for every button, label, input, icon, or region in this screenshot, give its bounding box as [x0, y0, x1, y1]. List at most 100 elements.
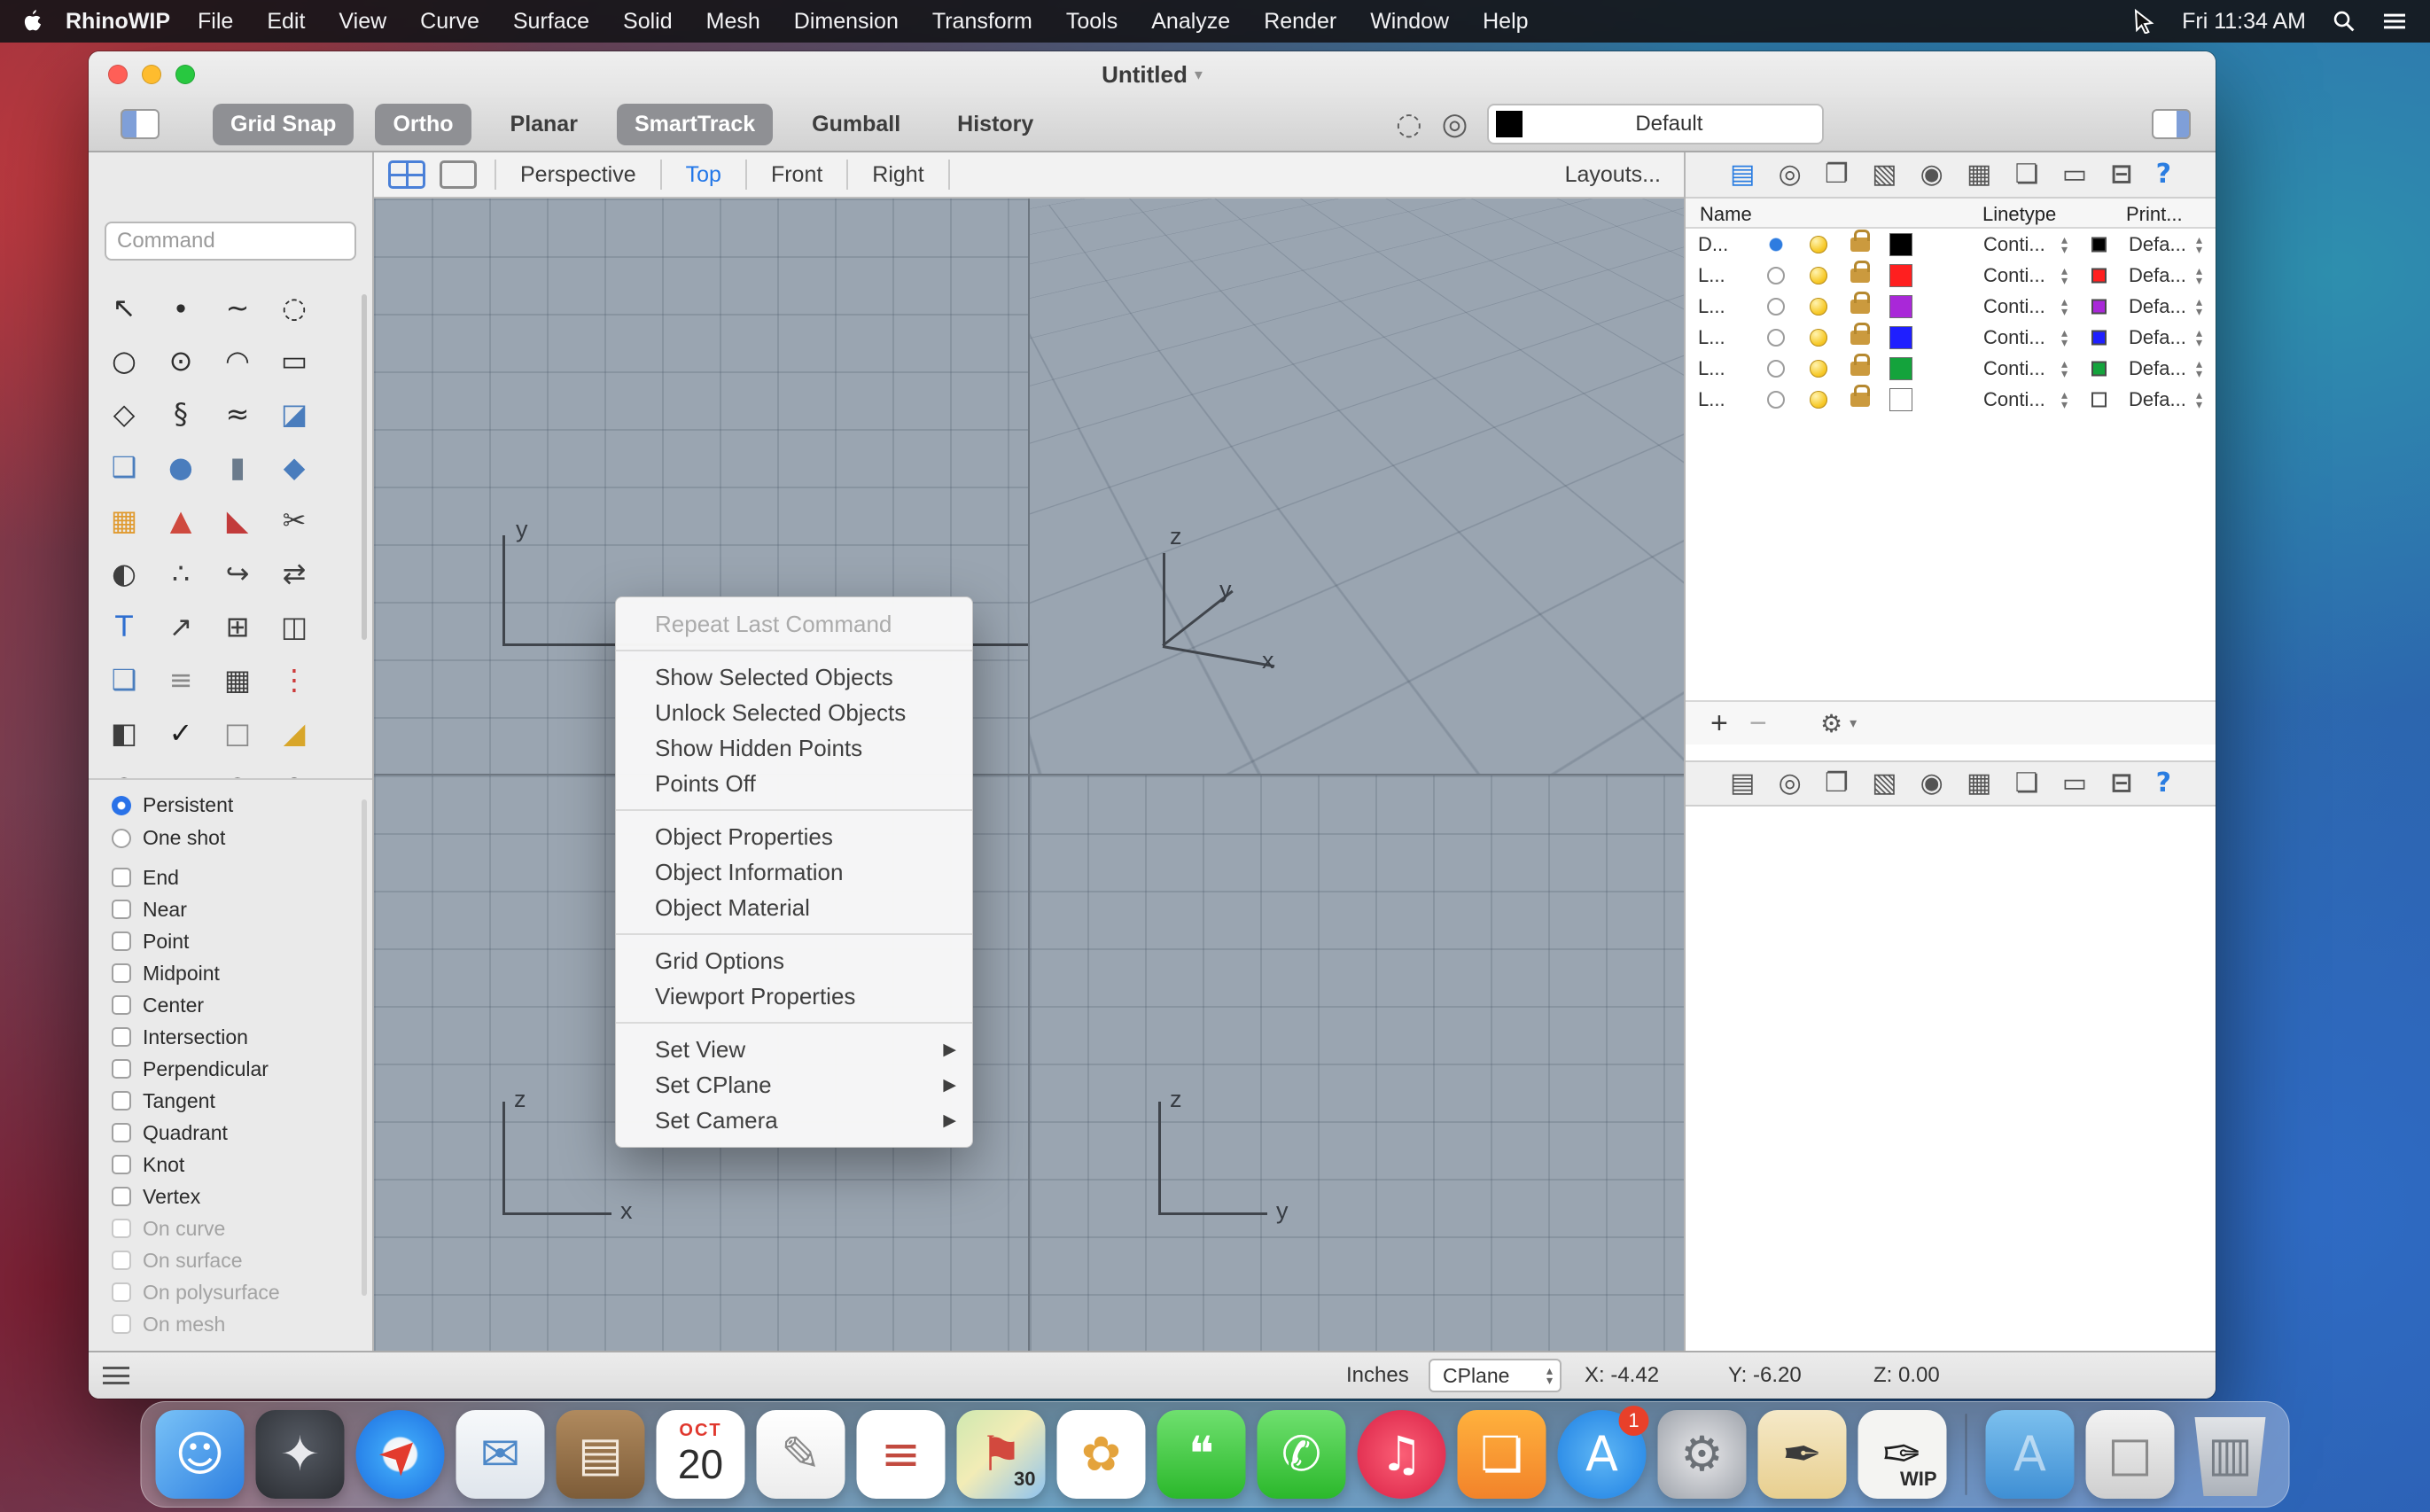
layer-color-swatch[interactable]	[1889, 356, 1912, 380]
layer-row[interactable]: L... Conti... Defa...	[1686, 353, 2216, 384]
viewport-perspective-quadrant[interactable]: z y x	[1030, 199, 1684, 774]
radio-icon[interactable]	[112, 795, 131, 815]
select-arrow-tool[interactable]: ↖	[113, 293, 136, 322]
layer-settings-dropdown[interactable]: ⚙ ▾	[1820, 709, 1857, 738]
layouts-button[interactable]: Layouts...	[1565, 162, 1661, 188]
layer-name[interactable]: L...	[1698, 264, 1725, 287]
layer-lock-icon[interactable]	[1850, 353, 1870, 376]
context-menu-item[interactable]: Unlock Selected Objects	[616, 695, 972, 730]
osnap-checkbox[interactable]: Quadrant	[89, 1117, 372, 1149]
rhino-wip[interactable]: ✑ WIP	[1858, 1410, 1947, 1499]
context-menu-item[interactable]: Show Selected Objects	[616, 659, 972, 695]
osnap-checkbox[interactable]: Center	[89, 989, 372, 1021]
divide-tool[interactable]: ∴	[172, 559, 190, 588]
print-stepper-icon[interactable]	[2196, 266, 2202, 285]
circle-tool[interactable]: ○	[112, 347, 136, 375]
tool-palette-scrollbar[interactable]	[362, 294, 367, 640]
context-menu-item[interactable]	[616, 809, 972, 811]
context-menu-item[interactable]: Set CPlane ▶	[616, 1067, 972, 1103]
pointer-icon[interactable]	[2134, 9, 2155, 34]
target-circle-icon[interactable]: ◎	[1442, 109, 1468, 139]
menubar-menu[interactable]: View	[339, 9, 386, 35]
layer-row[interactable]: L... Conti... Defa...	[1686, 322, 2216, 353]
right-sidebar-toggle[interactable]	[2152, 109, 2191, 139]
text-tool[interactable]: T	[115, 612, 133, 641]
checkbox-icon[interactable]	[112, 1219, 131, 1238]
layer-linetype[interactable]: Conti...	[1983, 264, 2045, 287]
mail[interactable]: ✉	[456, 1410, 545, 1499]
osnap-checkbox[interactable]: Tangent	[89, 1085, 372, 1117]
checkbox-icon[interactable]	[112, 995, 131, 1015]
display-modes-tab-icon[interactable]: ⊟	[2110, 161, 2132, 188]
column-linetype[interactable]: Linetype	[1982, 203, 2056, 226]
osnap-checkbox[interactable]: On surface	[89, 1244, 372, 1276]
context-menu-item[interactable]: Object Information	[616, 854, 972, 890]
toolbar-toggle-button[interactable]: Grid Snap	[213, 103, 354, 145]
checkbox-icon[interactable]	[112, 931, 131, 951]
layer-name[interactable]: L...	[1698, 388, 1725, 411]
current-layer-radio[interactable]	[1767, 266, 1785, 284]
cage-edit-tool[interactable]: □	[224, 719, 251, 747]
polygon-tool[interactable]: ◇	[113, 400, 136, 428]
ellipse-tool[interactable]: ⊙	[169, 347, 193, 375]
trim-tool[interactable]: ✂	[283, 506, 307, 534]
current-layer-radio[interactable]	[1767, 297, 1785, 316]
layer-print-width[interactable]: Defa...	[2129, 388, 2186, 411]
linear-array-tool[interactable]: ⋮	[280, 666, 308, 694]
menubar-menu[interactable]: Curve	[420, 9, 479, 35]
linetype-stepper-icon[interactable]	[2061, 359, 2068, 378]
context-menu-item[interactable]	[616, 1022, 972, 1024]
linetype-stepper-icon[interactable]	[2061, 235, 2068, 254]
layers-tab-icon[interactable]: ▤	[1730, 161, 1755, 188]
extrude-tool[interactable]: ❑	[112, 666, 137, 694]
checkbox-icon[interactable]	[112, 868, 131, 887]
analyze-tool[interactable]: ▲	[170, 506, 192, 534]
checkbox-icon[interactable]	[112, 1251, 131, 1270]
menubar-menu[interactable]: Mesh	[706, 9, 760, 35]
help-tab-icon[interactable]: ?	[2156, 161, 2171, 188]
split-tool[interactable]: ◧	[111, 719, 137, 747]
trash[interactable]: ▥	[2194, 1417, 2266, 1496]
orient-tool[interactable]: ⇄	[283, 559, 307, 588]
lasso-tool[interactable]: ◌	[282, 293, 307, 322]
frame-tab-icon[interactable]: ▭	[2062, 161, 2087, 188]
print-color-diamond-icon[interactable]	[2091, 299, 2107, 314]
move-tool[interactable]: ↗	[169, 612, 193, 641]
menubar-menu[interactable]: Tools	[1066, 9, 1118, 35]
display-tab-icon[interactable]: ▧	[1872, 770, 1896, 797]
linetype-stepper-icon[interactable]	[2061, 390, 2068, 409]
layer-row[interactable]: D... Conti... Defa...	[1686, 229, 2216, 260]
named-views-tab-icon[interactable]: ◉	[1920, 770, 1943, 797]
osnap-checkbox[interactable]: Point	[89, 925, 372, 957]
menubar-menu[interactable]: Help	[1483, 9, 1528, 35]
array-tool[interactable]: ▦	[224, 666, 251, 694]
print-stepper-icon[interactable]	[2196, 359, 2202, 378]
notes-tab-icon[interactable]: ❐	[1825, 161, 1849, 188]
box-tool[interactable]: ❑	[112, 453, 137, 481]
app-store[interactable]: A 1	[1557, 1406, 1649, 1499]
print-color-diamond-icon[interactable]	[2091, 268, 2107, 283]
viewport-right-quadrant[interactable]: z y	[1030, 775, 1684, 1351]
notes-tab-icon[interactable]: ❐	[1825, 770, 1849, 797]
hatch-tab-icon[interactable]: ▦	[1967, 161, 1991, 188]
menubar-menu[interactable]: Surface	[513, 9, 589, 35]
context-menu-item[interactable]: Repeat Last Command	[616, 606, 972, 642]
layer-linetype[interactable]: Conti...	[1983, 357, 2045, 380]
layer-visibility-bulb-icon[interactable]	[1810, 297, 1827, 316]
cylinder-tool[interactable]: ▮	[230, 453, 245, 481]
cplane-selector[interactable]: CPlane	[1429, 1359, 1562, 1392]
osnap-scrollbar[interactable]	[362, 799, 367, 1296]
calendar[interactable]: OCT 20	[656, 1410, 745, 1499]
checkbox-icon[interactable]	[112, 963, 131, 983]
remove-layer-button[interactable]: −	[1749, 706, 1788, 741]
layer-visibility-bulb-icon[interactable]	[1810, 266, 1827, 284]
notification-center-icon[interactable]	[2382, 11, 2407, 32]
viewport-tab[interactable]: Top	[659, 160, 745, 190]
context-menu-item[interactable]	[616, 650, 972, 651]
menubar-menu[interactable]: Window	[1370, 9, 1449, 35]
layer-color-swatch[interactable]	[1889, 263, 1912, 287]
toolbar-toggle-button[interactable]: Gumball	[794, 104, 918, 145]
spotlight-search-icon[interactable]	[2333, 10, 2356, 33]
blend-tool[interactable]: ↪	[226, 559, 250, 588]
messages[interactable]: ❝	[1157, 1410, 1246, 1499]
